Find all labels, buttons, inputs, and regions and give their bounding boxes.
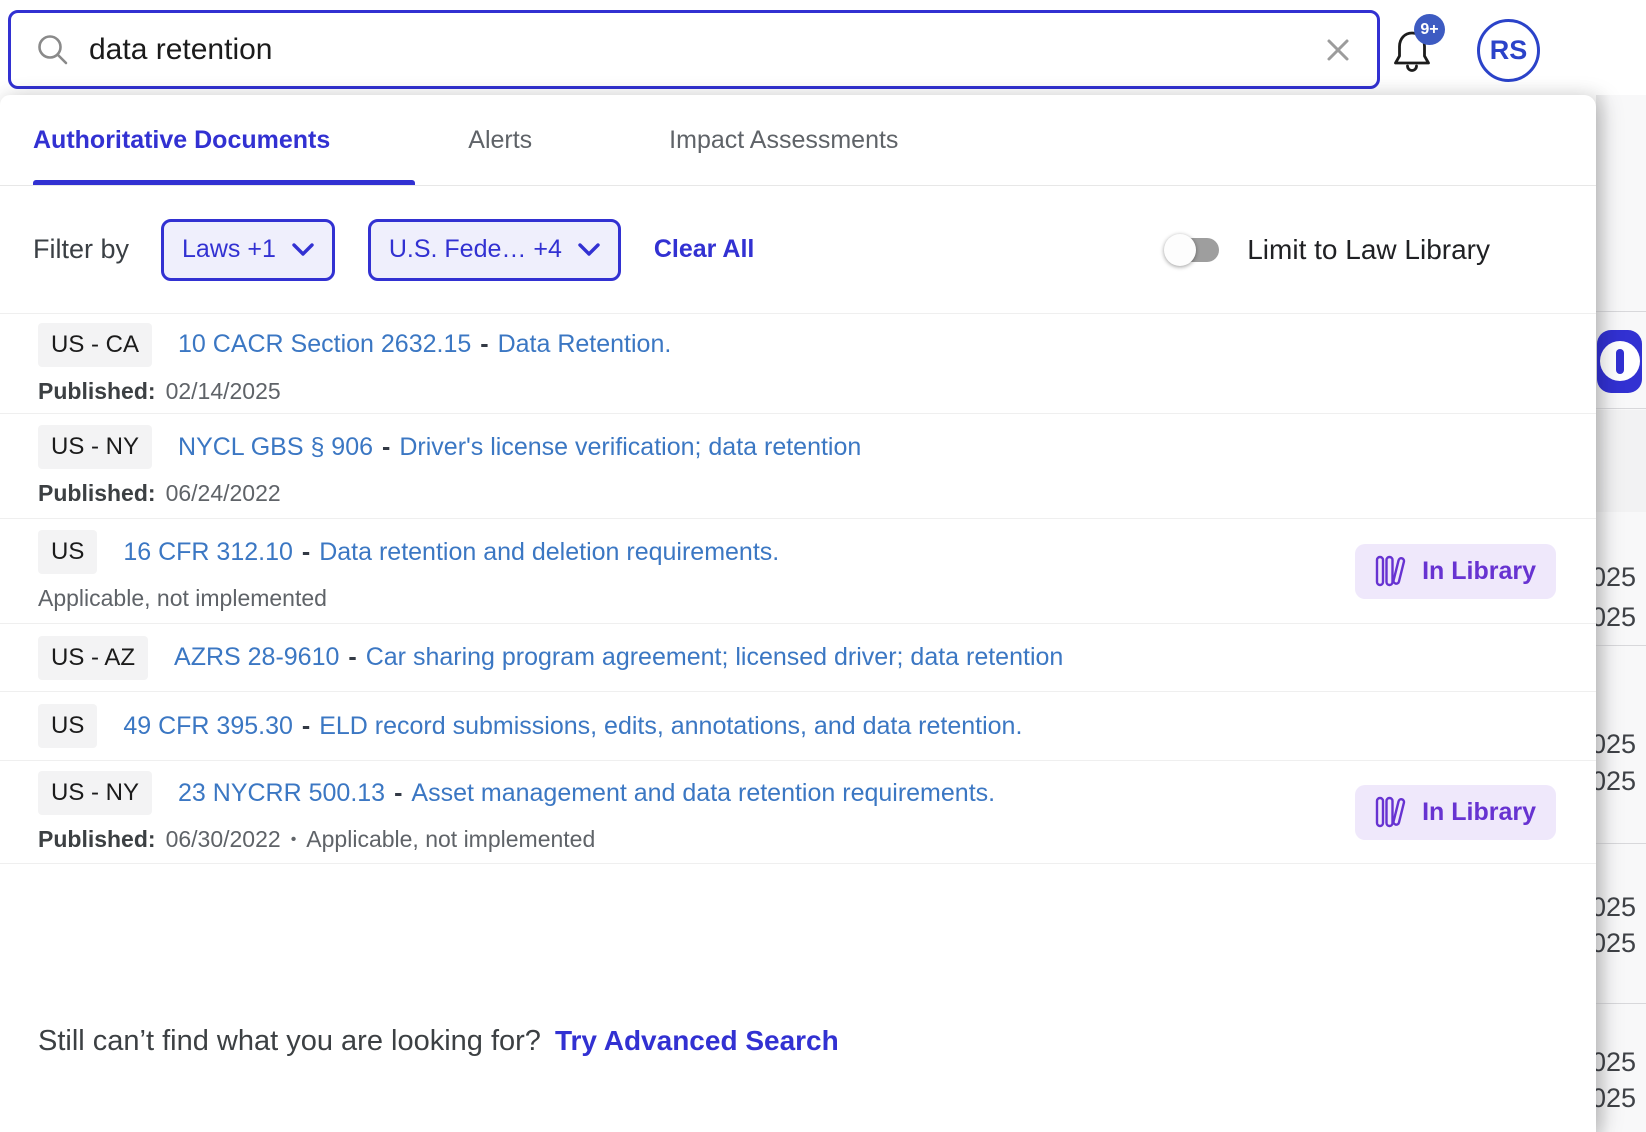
library-books-icon	[1375, 795, 1409, 829]
citation-title-separator: -	[348, 643, 356, 672]
applicability-status: Applicable, not implemented	[306, 826, 595, 853]
citation-title-separator: -	[302, 712, 310, 741]
result-title-link[interactable]: Driver's license verification; data rete…	[399, 433, 861, 462]
published-date: 02/14/2025	[166, 378, 281, 405]
footer-prompt-text: Still can’t find what you are looking fo…	[38, 1025, 541, 1058]
filter-by-label: Filter by	[33, 234, 129, 265]
jurisdiction-badge: US - NY	[38, 771, 152, 815]
result-citation-link[interactable]: 16 CFR 312.10	[123, 538, 293, 567]
filter-chip-laws[interactable]: Laws +1	[161, 219, 335, 281]
result-row: US 49 CFR 395.30 - ELD record submission…	[0, 692, 1596, 761]
chevron-down-icon	[292, 243, 314, 257]
chevron-down-icon	[578, 243, 600, 257]
limit-to-law-library-control: Limit to Law Library	[1167, 234, 1490, 266]
user-avatar[interactable]: RS	[1477, 19, 1540, 82]
results-tab-bar: Authoritative Documents Alerts Impact As…	[0, 95, 1596, 186]
library-books-icon	[1375, 554, 1409, 588]
result-citation-link[interactable]: 23 NYCRR 500.13	[178, 779, 385, 808]
result-row: US - NY 23 NYCRR 500.13 - Asset manageme…	[0, 761, 1596, 864]
result-citation-link[interactable]: AZRS 28-9610	[174, 643, 339, 672]
background-date-fragment: 025	[1596, 729, 1636, 760]
jurisdiction-badge: US - CA	[38, 323, 152, 367]
background-page-strip: 025 025 025 025 025 025 025 025	[1596, 0, 1646, 1132]
tab-authoritative-documents[interactable]: Authoritative Documents	[33, 126, 330, 155]
citation-title-separator: -	[394, 779, 402, 808]
background-date-fragment: 025	[1596, 562, 1636, 593]
background-date-fragment: 025	[1596, 602, 1636, 633]
notifications-button[interactable]: 9+	[1388, 14, 1450, 80]
filter-chip-jurisdiction-label: U.S. Fede… +4	[389, 235, 562, 264]
background-button-icon	[1600, 341, 1640, 381]
tab-impact-assessments[interactable]: Impact Assessments	[669, 126, 898, 155]
jurisdiction-badge: US - NY	[38, 425, 152, 469]
result-title-link[interactable]: Data retention and deletion requirements…	[319, 538, 779, 567]
published-label: Published:	[38, 378, 156, 405]
result-title-link[interactable]: Asset management and data retention requ…	[411, 779, 995, 808]
published-date: 06/24/2022	[166, 480, 281, 507]
background-primary-button[interactable]	[1597, 330, 1642, 393]
search-results-panel: Authoritative Documents Alerts Impact As…	[0, 95, 1596, 1132]
in-library-label: In Library	[1422, 557, 1536, 586]
limit-to-law-library-toggle[interactable]	[1167, 238, 1219, 262]
in-library-badge: In Library	[1355, 785, 1556, 840]
result-title-link[interactable]: ELD record submissions, edits, annotatio…	[319, 712, 1022, 741]
clear-search-icon[interactable]	[1323, 35, 1353, 65]
search-input[interactable]	[87, 32, 1323, 68]
result-citation-link[interactable]: 49 CFR 395.30	[123, 712, 293, 741]
published-label: Published:	[38, 480, 156, 507]
result-row: US 16 CFR 312.10 - Data retention and de…	[0, 519, 1596, 624]
background-date-fragment: 025	[1596, 1047, 1636, 1078]
in-library-label: In Library	[1422, 798, 1536, 827]
global-search-bar[interactable]	[8, 10, 1380, 89]
background-date-fragment: 025	[1596, 892, 1636, 923]
background-date-fragment: 025	[1596, 766, 1636, 797]
filter-bar: Filter by Laws +1 U.S. Fede… +4 Clear Al…	[0, 186, 1596, 314]
published-date: 06/30/2022	[166, 826, 281, 853]
background-date-fragment: 025	[1596, 1083, 1636, 1114]
citation-title-separator: -	[382, 433, 390, 462]
jurisdiction-badge: US	[38, 530, 97, 574]
result-row: US - CA 10 CACR Section 2632.15 - Data R…	[0, 314, 1596, 414]
citation-title-separator: -	[302, 538, 310, 567]
background-date-fragment: 025	[1596, 928, 1636, 959]
filter-chip-laws-label: Laws +1	[182, 235, 276, 264]
jurisdiction-badge: US	[38, 704, 97, 748]
advanced-search-footer: Still can’t find what you are looking fo…	[38, 1025, 839, 1058]
result-citation-link[interactable]: NYCL GBS § 906	[178, 433, 373, 462]
citation-title-separator: -	[480, 330, 488, 359]
result-citation-link[interactable]: 10 CACR Section 2632.15	[178, 330, 471, 359]
tab-alerts[interactable]: Alerts	[468, 126, 532, 155]
result-title-link[interactable]: Data Retention.	[498, 330, 672, 359]
clear-all-filters-button[interactable]: Clear All	[654, 235, 755, 264]
try-advanced-search-link[interactable]: Try Advanced Search	[555, 1025, 839, 1057]
background-table: 025 025 025 025 025 025 025 025	[1596, 95, 1646, 1132]
limit-to-law-library-label: Limit to Law Library	[1247, 234, 1490, 266]
result-row: US - AZ AZRS 28-9610 - Car sharing progr…	[0, 624, 1596, 692]
filter-chip-jurisdiction[interactable]: U.S. Fede… +4	[368, 219, 621, 281]
published-label: Published:	[38, 826, 156, 853]
result-title-link[interactable]: Car sharing program agreement; licensed …	[366, 643, 1064, 672]
jurisdiction-badge: US - AZ	[38, 636, 148, 680]
in-library-badge: In Library	[1355, 544, 1556, 599]
notification-count-badge: 9+	[1414, 14, 1445, 45]
result-row: US - NY NYCL GBS § 906 - Driver's licens…	[0, 414, 1596, 519]
applicability-status: Applicable, not implemented	[38, 585, 327, 612]
search-icon	[35, 32, 71, 68]
bullet-separator: •	[291, 831, 297, 849]
active-tab-underline	[33, 180, 415, 185]
